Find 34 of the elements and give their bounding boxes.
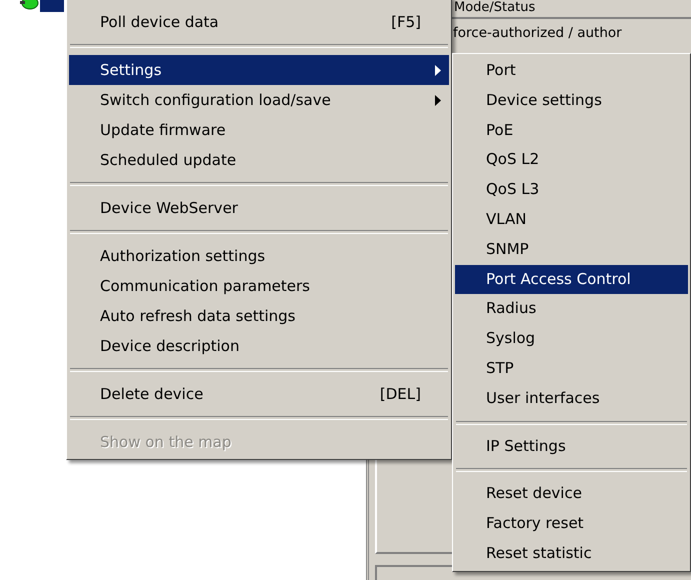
menu-item[interactable]: Delete device [DEL] bbox=[69, 379, 449, 409]
menu-item[interactable]: Radius bbox=[455, 294, 688, 324]
menu-item[interactable]: IP Settings bbox=[455, 432, 688, 462]
menu-item[interactable]: QoS L2 bbox=[455, 145, 688, 176]
menu-item[interactable]: Poll device data [F5] bbox=[69, 7, 449, 37]
menu-item[interactable]: Settings bbox=[69, 55, 449, 85]
menu-item[interactable]: Scheduled update bbox=[69, 145, 449, 175]
menu-item[interactable]: Device settings bbox=[455, 86, 688, 116]
table-cell-text: force-authorized / author bbox=[452, 24, 623, 43]
shortcut-label: [F5] bbox=[391, 12, 421, 33]
menu-item[interactable]: Auto refresh data settings bbox=[69, 301, 449, 331]
menu-item[interactable]: Reset device bbox=[455, 479, 688, 510]
menu-item[interactable]: Communication parameters bbox=[69, 271, 449, 301]
selection-highlight bbox=[40, 0, 64, 12]
shortcut-label: [DEL] bbox=[380, 384, 421, 405]
menu-item[interactable]: Reset statistic bbox=[455, 538, 688, 569]
submenu-arrow-icon bbox=[435, 65, 441, 76]
menu-item[interactable]: Switch configuration load/save bbox=[69, 85, 449, 115]
menu-item[interactable]: Device description bbox=[69, 331, 449, 361]
menu-item[interactable]: Port Access Control bbox=[455, 264, 688, 294]
device-icon bbox=[18, 0, 40, 12]
menu-item[interactable]: Syslog bbox=[455, 324, 688, 354]
menu-item[interactable]: QoS L3 bbox=[455, 175, 688, 205]
menu-item[interactable]: Port bbox=[455, 56, 688, 86]
menu-item[interactable]: Factory reset bbox=[455, 509, 688, 539]
menu-item[interactable]: VLAN bbox=[455, 204, 688, 235]
menu-item[interactable]: User interfaces bbox=[455, 384, 688, 414]
menu-item[interactable]: STP bbox=[455, 354, 688, 384]
menu-item[interactable]: Device WebServer bbox=[69, 193, 449, 223]
menu-item[interactable]: SNMP bbox=[455, 234, 688, 265]
menu-item[interactable]: Authorization settings bbox=[69, 241, 449, 271]
menu-item[interactable]: PoE bbox=[455, 116, 688, 146]
menu-item[interactable]: Update firmware bbox=[69, 115, 449, 145]
submenu-arrow-icon bbox=[435, 95, 441, 106]
